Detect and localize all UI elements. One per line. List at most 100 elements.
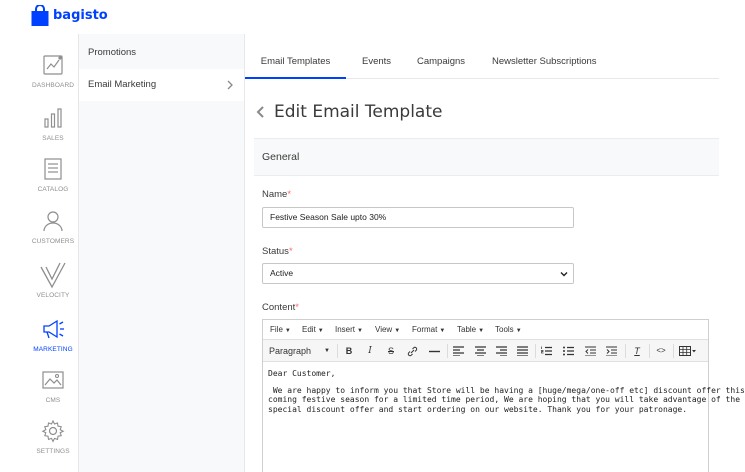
- clear-formatting-icon: T: [634, 346, 640, 356]
- sidebar-item-cms[interactable]: CMS: [27, 368, 79, 404]
- dashboard-icon: [43, 55, 63, 75]
- menu-label: Table: [457, 325, 477, 334]
- menu-edit[interactable]: Edit ▼: [302, 320, 324, 340]
- align-left-icon: [453, 346, 464, 356]
- menu-label: Edit: [302, 325, 316, 334]
- subnav-item-email-marketing[interactable]: Email Marketing: [79, 69, 244, 101]
- menu-format[interactable]: Format ▼: [412, 320, 445, 340]
- sidebar-item-label: SALES: [42, 135, 64, 142]
- main-sidebar: DASHBOARD SALES CATALOG CUSTOMERS VELOCI…: [27, 34, 79, 472]
- menu-tools[interactable]: Tools ▼: [495, 320, 522, 340]
- menu-file[interactable]: File ▼: [270, 320, 291, 340]
- page-header: Edit Email Template: [255, 102, 442, 122]
- tab-label: Campaigns: [417, 56, 466, 67]
- required-mark: *: [288, 246, 293, 257]
- tab-newsletter-subscriptions[interactable]: Newsletter Subscriptions: [492, 34, 597, 79]
- strikethrough-icon: S: [387, 346, 394, 356]
- sidebar-item-marketing[interactable]: MARKETING: [27, 317, 79, 353]
- subnav-item-label: Email Marketing: [88, 79, 157, 90]
- tab-events[interactable]: Events: [362, 34, 391, 79]
- menu-table[interactable]: Table ▼: [457, 320, 484, 340]
- editor-menubar: File ▼ Edit ▼ Insert ▼ View ▼ Format ▼ Table ▼…: [263, 320, 708, 340]
- editor-paragraph-line: We are happy to inform you that Store wi…: [268, 385, 745, 395]
- tab-campaigns[interactable]: Campaigns: [417, 34, 465, 79]
- align-justify-icon: [517, 346, 528, 356]
- velocity-icon: [40, 262, 66, 289]
- strikethrough-button[interactable]: S: [385, 340, 397, 362]
- section-title: General: [262, 151, 300, 163]
- marketing-subnav: Promotions Email Marketing: [79, 34, 245, 472]
- align-center-button[interactable]: [475, 340, 487, 362]
- sidebar-item-customers[interactable]: CUSTOMERS: [27, 209, 79, 245]
- bullet-list-icon: [563, 346, 574, 356]
- megaphone-icon: [43, 319, 64, 339]
- status-label-text: Status: [262, 246, 289, 257]
- horizontal-line-icon: [429, 350, 440, 353]
- back-arrow-icon[interactable]: [255, 105, 267, 119]
- align-justify-button[interactable]: [517, 340, 529, 362]
- name-input-value: Festive Season Sale upto 30%: [270, 212, 387, 222]
- logo-text: bagisto: [53, 8, 108, 23]
- catalog-icon: [44, 158, 62, 180]
- horizontal-line-button[interactable]: [429, 340, 441, 362]
- menu-label: Format: [412, 325, 438, 334]
- sidebar-item-label: CATALOG: [37, 186, 69, 193]
- indent-icon: [606, 346, 617, 356]
- numbered-list-icon: [541, 346, 552, 356]
- subnav-item-label: Promotions: [88, 47, 137, 58]
- customers-icon: [43, 211, 63, 232]
- sidebar-item-label: SETTINGS: [36, 448, 70, 455]
- sidebar-item-velocity[interactable]: VELOCITY: [27, 261, 79, 299]
- outdent-icon: [585, 346, 596, 356]
- align-right-icon: [496, 346, 507, 356]
- status-select[interactable]: Active: [262, 263, 574, 284]
- content-label: Content*: [262, 302, 299, 313]
- content-label-text: Content: [262, 302, 296, 313]
- table-icon: [679, 346, 696, 356]
- numbered-list-button[interactable]: [541, 340, 553, 362]
- outdent-button[interactable]: [585, 340, 597, 362]
- align-left-button[interactable]: [453, 340, 465, 362]
- block-format-value: Paragraph: [269, 346, 312, 356]
- menu-view[interactable]: View ▼: [375, 320, 400, 340]
- sidebar-item-dashboard[interactable]: DASHBOARD: [27, 53, 79, 89]
- tab-email-templates[interactable]: Email Templates: [245, 34, 346, 79]
- cms-icon: [42, 371, 64, 389]
- bullet-list-button[interactable]: [563, 340, 575, 362]
- source-code-button[interactable]: <>: [655, 340, 667, 362]
- editor-content-area[interactable]: Dear Customer, We are happy to inform yo…: [263, 362, 745, 421]
- clear-formatting-button[interactable]: T: [631, 340, 643, 362]
- name-label-text: Name: [262, 189, 288, 200]
- sidebar-item-settings[interactable]: SETTINGS: [27, 419, 79, 455]
- sidebar-item-sales[interactable]: SALES: [27, 106, 79, 142]
- block-format-select[interactable]: Paragraph ▼: [269, 340, 333, 362]
- tab-label: Email Templates: [260, 56, 331, 67]
- sidebar-item-label: VELOCITY: [36, 292, 70, 299]
- table-button[interactable]: [679, 340, 699, 362]
- indent-button[interactable]: [606, 340, 618, 362]
- editor-paragraph-line: coming festive season for a limited time…: [268, 395, 745, 404]
- sidebar-item-catalog[interactable]: CATALOG: [27, 157, 79, 193]
- link-button[interactable]: [407, 340, 419, 362]
- name-input[interactable]: Festive Season Sale upto 30%: [262, 207, 574, 228]
- italic-icon: I: [368, 346, 372, 356]
- bold-button[interactable]: B: [343, 340, 355, 362]
- bag-logo-icon: [31, 4, 49, 26]
- align-right-button[interactable]: [496, 340, 508, 362]
- logo[interactable]: bagisto: [31, 4, 108, 26]
- required-mark: *: [295, 302, 299, 313]
- menu-insert[interactable]: Insert ▼: [335, 320, 363, 340]
- editor-greeting: Dear Customer,: [268, 369, 336, 378]
- status-select-value: Active: [270, 268, 294, 278]
- chevron-down-icon: [560, 272, 568, 277]
- required-mark: *: [287, 189, 292, 200]
- menu-label: View: [375, 325, 393, 334]
- menu-label: File: [270, 325, 283, 334]
- subnav-item-promotions[interactable]: Promotions: [79, 37, 244, 69]
- rich-text-editor: File ▼ Edit ▼ Insert ▼ View ▼ Format ▼ Table ▼…: [262, 319, 745, 472]
- tab-bar: Email Templates Events Campaigns Newslet…: [245, 34, 719, 79]
- chevron-right-icon: [227, 80, 233, 90]
- italic-button[interactable]: I: [364, 340, 376, 362]
- general-section-header[interactable]: General: [254, 138, 719, 176]
- source-code-icon: <>: [656, 346, 666, 355]
